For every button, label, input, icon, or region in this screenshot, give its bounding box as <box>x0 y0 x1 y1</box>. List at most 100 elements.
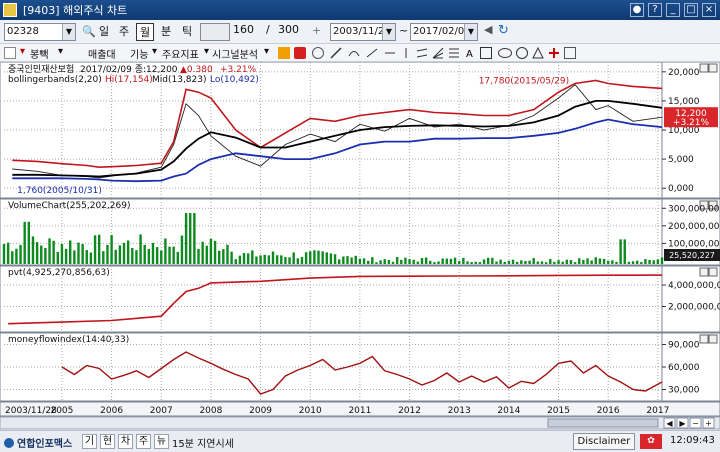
pane-close-icon[interactable] <box>708 334 718 344</box>
tab-day[interactable]: 일 <box>95 23 113 41</box>
channel-icon[interactable] <box>416 47 428 59</box>
chevron-down-icon[interactable]: ▼ <box>464 24 477 40</box>
chevron-down-icon[interactable]: ▾ <box>58 46 63 57</box>
circle-icon[interactable] <box>516 47 528 59</box>
volume-bar <box>611 260 614 264</box>
chevron-down-icon[interactable]: ▼ <box>382 24 395 40</box>
volume-bar <box>594 257 597 264</box>
help-icon[interactable]: ? <box>648 3 662 17</box>
company-logo: 연합인포맥스 <box>4 435 72 450</box>
pane-minimize-icon[interactable] <box>699 267 709 277</box>
tab-week[interactable]: 주 <box>115 23 133 41</box>
stop-icon[interactable] <box>294 47 306 59</box>
menu-functions[interactable]: 기능 <box>130 46 148 61</box>
fan-icon[interactable] <box>432 47 444 59</box>
pin-icon[interactable]: ● <box>630 3 644 17</box>
minute-input[interactable] <box>200 23 230 41</box>
line-tool-icon[interactable] <box>366 47 378 59</box>
chevron-down-icon[interactable]: ▾ <box>264 46 269 57</box>
status-button-5[interactable]: 뉴 <box>154 434 169 449</box>
pen-icon[interactable] <box>330 47 342 59</box>
volume-bar <box>201 241 204 264</box>
curve-icon[interactable] <box>348 47 360 59</box>
triangle-icon[interactable] <box>532 46 544 59</box>
settings-icon[interactable] <box>4 47 16 59</box>
ellipse-icon[interactable] <box>498 48 512 58</box>
disclaimer-button[interactable]: Disclaimer <box>573 433 635 450</box>
tab-month[interactable]: 월 <box>136 23 154 41</box>
minimize-icon[interactable]: _ <box>666 3 680 17</box>
red-mark-icon[interactable] <box>548 47 560 59</box>
volume-bar <box>184 213 188 264</box>
volume-bar <box>449 258 453 264</box>
status-button-2[interactable]: 현 <box>100 434 115 449</box>
close-icon[interactable]: × <box>702 3 716 17</box>
arrow-icon[interactable]: ▾ <box>20 46 25 57</box>
code-value: 02328 <box>7 26 39 37</box>
y-tick-label: 60,000 <box>668 363 700 373</box>
x-tick-label: 2013 <box>448 406 471 416</box>
chevron-down-icon[interactable]: ▾ <box>152 46 157 57</box>
volume-bar <box>89 252 93 264</box>
refresh-icon[interactable]: ↻ <box>498 23 509 38</box>
tab-tick[interactable]: 틱 <box>178 23 196 41</box>
logo-text: 연합인포맥스 <box>17 439 73 450</box>
chart-area[interactable]: 20,00015,00010,0005,0000,000중국인민재산보험 2017… <box>0 62 720 430</box>
chevron-down-icon[interactable]: ▼ <box>62 24 75 40</box>
pane-close-icon[interactable] <box>708 63 718 73</box>
scrollbar-thumb[interactable] <box>547 418 659 428</box>
plus-icon[interactable]: + <box>312 24 321 37</box>
fibonacci-icon[interactable] <box>448 47 460 59</box>
volume-bar <box>635 260 639 264</box>
text-tool-icon[interactable]: A <box>464 47 476 60</box>
menu-indicators[interactable]: 주요지표 <box>162 46 199 61</box>
volume-bar <box>486 257 490 264</box>
grid-icon[interactable] <box>564 47 576 59</box>
volume-bar <box>470 262 473 264</box>
volume-bar <box>102 251 105 264</box>
volume-bar <box>118 245 122 264</box>
crosshair-icon[interactable] <box>312 47 324 59</box>
status-button-4[interactable]: 주 <box>136 434 151 449</box>
chevron-down-icon[interactable]: ▾ <box>204 46 209 57</box>
volume-bar <box>640 262 643 264</box>
volume-bar <box>234 259 237 264</box>
svg-text:A: A <box>466 49 473 59</box>
y-tick-label: 300,000,000 <box>668 204 720 214</box>
volume-bar <box>598 258 602 264</box>
count-value[interactable]: 160 <box>233 23 254 36</box>
vertical-line-icon[interactable] <box>400 47 412 59</box>
data-icon[interactable] <box>278 47 290 59</box>
tab-minute[interactable]: 분 <box>157 23 175 41</box>
x-tick-label: 2015 <box>547 406 570 416</box>
volume-bar <box>602 258 606 264</box>
volume-bar <box>131 248 134 264</box>
pane-close-icon[interactable] <box>708 267 718 277</box>
line-tool-icon[interactable] <box>384 47 396 59</box>
volume-bar <box>267 255 271 264</box>
volume-bar <box>578 258 581 264</box>
pane-minimize-icon[interactable] <box>699 63 709 73</box>
volume-bar <box>85 250 88 264</box>
high-annotation: 17,780(2015/05/29) <box>479 77 569 87</box>
date-tilde: ~ <box>399 24 409 37</box>
scroll-button-glyph: ▶ <box>679 419 686 428</box>
volume-bar <box>93 235 97 264</box>
menu-signal[interactable]: 시그널분석 <box>212 46 258 61</box>
code-input[interactable]: 02328 ▼ <box>4 23 76 41</box>
maximize-icon[interactable]: □ <box>684 3 698 17</box>
volume-bar <box>623 239 626 264</box>
status-button-3[interactable]: 차 <box>118 434 133 449</box>
menu-volume-profile[interactable]: 매출대 <box>88 46 116 61</box>
rectangle-icon[interactable] <box>480 47 492 59</box>
menu-candle[interactable]: 봉빽 <box>30 46 48 61</box>
status-button-1[interactable]: 기 <box>82 434 97 449</box>
end-date-input[interactable]: 2017/02/09 ▼ <box>410 23 478 41</box>
volume-bar <box>48 238 51 264</box>
prev-icon[interactable]: ◀ <box>484 23 492 36</box>
volume-bar <box>69 240 72 264</box>
start-date-input[interactable]: 2003/11/28 ▼ <box>330 23 396 41</box>
volume-bar <box>251 250 254 264</box>
pane-minimize-icon[interactable] <box>699 334 709 344</box>
volume-bar <box>288 257 291 264</box>
